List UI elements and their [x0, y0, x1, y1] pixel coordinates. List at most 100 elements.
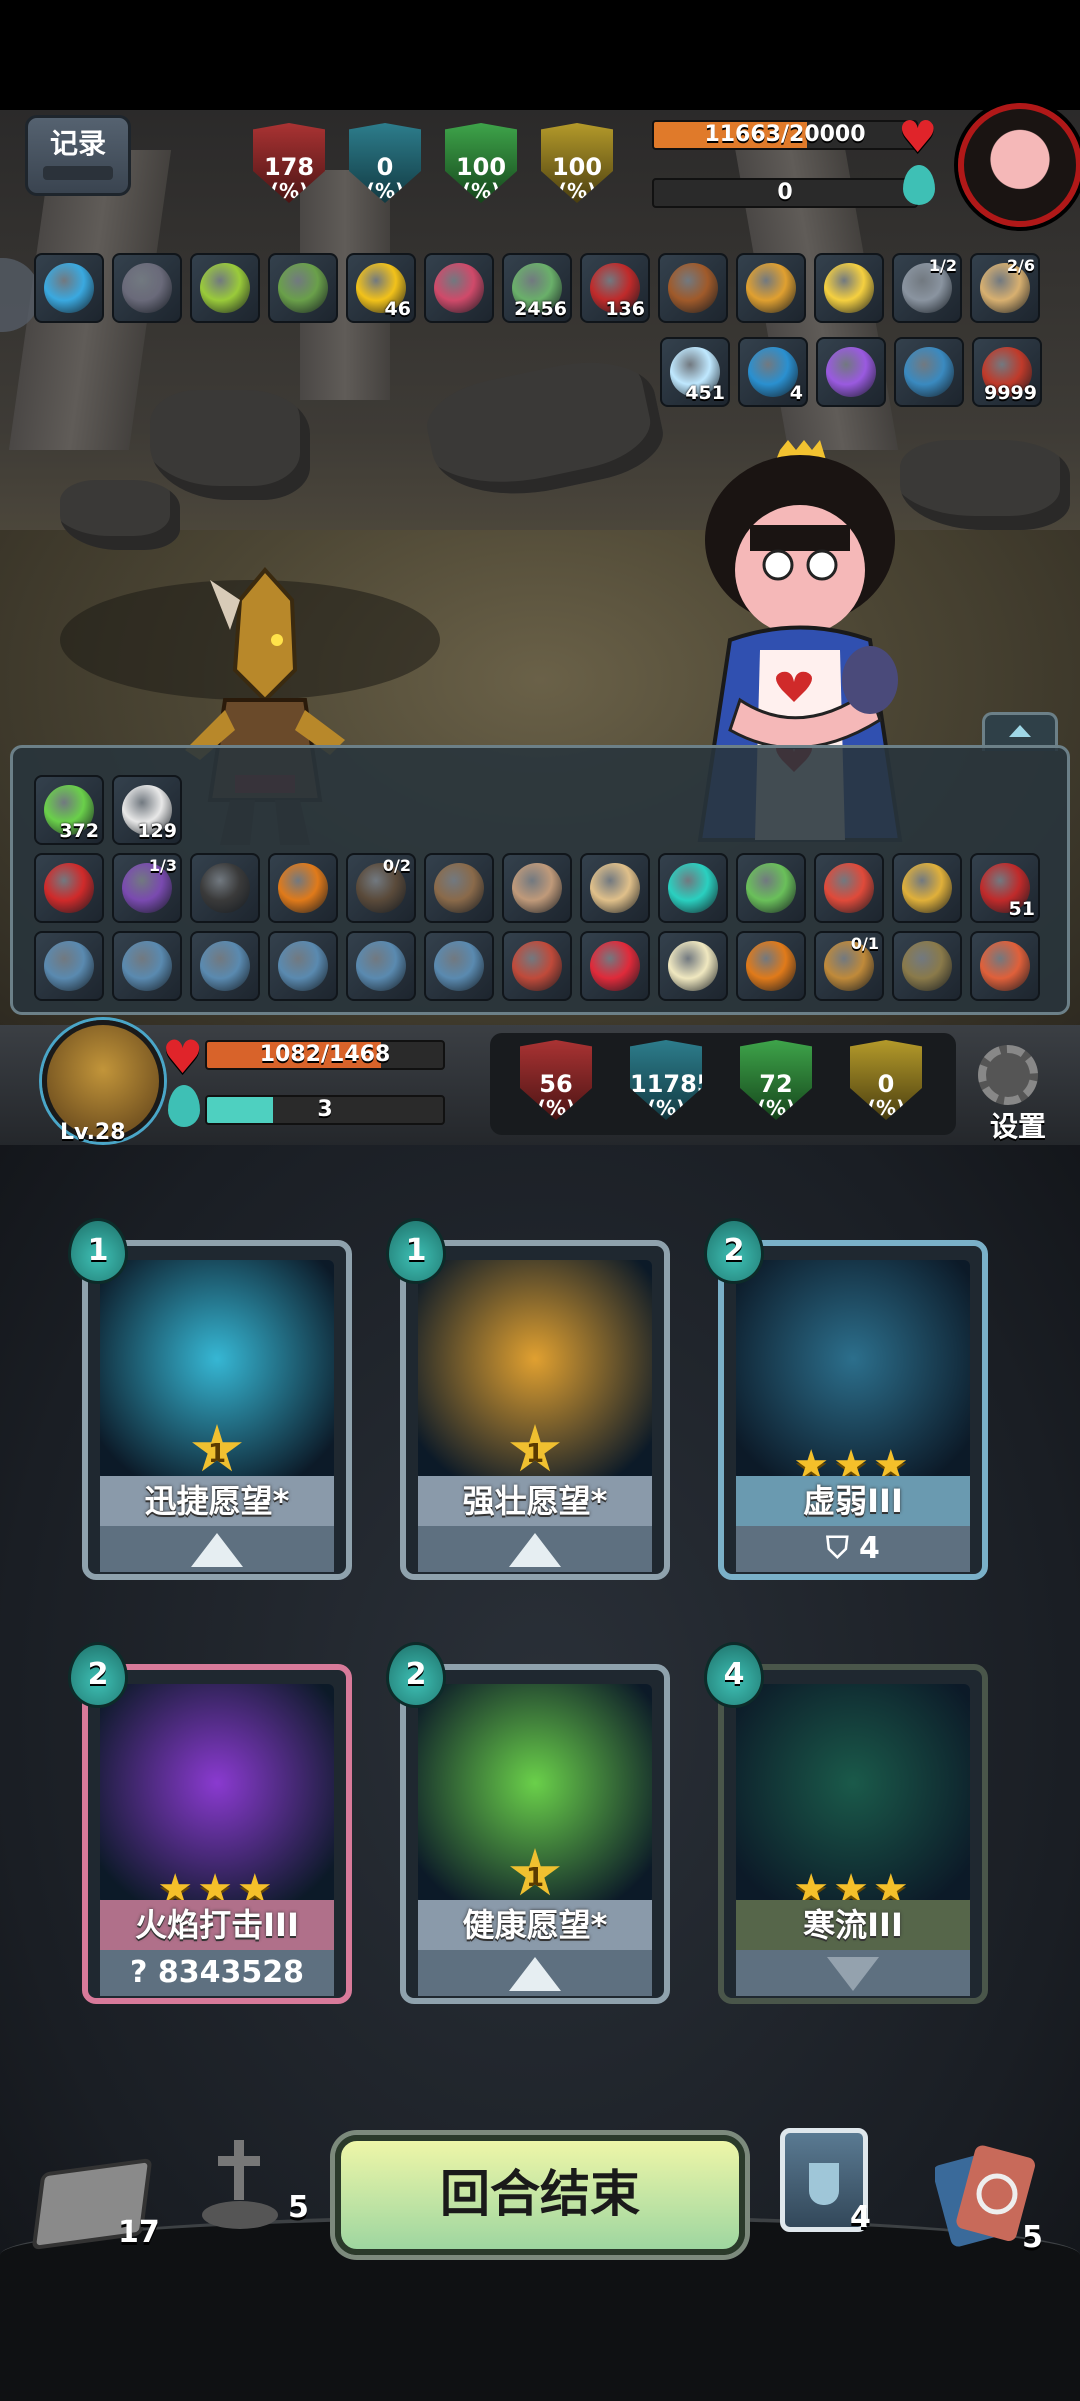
discard-pile-icon[interactable] [932, 2140, 1035, 2250]
upgrade-arrow-icon [509, 1532, 561, 1567]
card-footer: ? 8343528 [100, 1950, 334, 1996]
card-name: 迅捷愿望* [100, 1476, 334, 1526]
slot-fire-bomb-icon[interactable] [268, 853, 338, 923]
slot-hourglass-icon[interactable] [892, 853, 962, 923]
slot-knight-icon[interactable]: 1/2 [892, 253, 962, 323]
card-name: 虚弱III [736, 1476, 970, 1526]
record-label: 记录 [49, 127, 106, 160]
blue-orb-icon [44, 263, 94, 313]
slot-lightning-icon[interactable]: 46 [346, 253, 416, 323]
slot-red-claw-icon[interactable]: 51 [970, 853, 1040, 923]
card-cost-badge: 1 [386, 1218, 446, 1284]
card-cost-badge: 2 [386, 1642, 446, 1708]
heart-icon: ♥ [898, 112, 938, 163]
card[interactable]: ★★★ 火焰打击III? 8343528 [82, 1664, 352, 2004]
slot-skull-pig-icon[interactable]: 2456 [502, 253, 572, 323]
slot-pouch-icon[interactable] [892, 931, 962, 1001]
slot-skull-glyph-icon[interactable] [346, 931, 416, 1001]
buff-row: 451 4 9999 [660, 337, 1050, 407]
slot-potion-flask-icon[interactable] [580, 853, 650, 923]
card-footer-value: 8343528 [157, 1955, 304, 1990]
slot-charge: 0/2 [382, 856, 411, 875]
slot-green-gem-icon[interactable] [190, 253, 260, 323]
slot-count: 9999 [984, 382, 1037, 404]
slot-charge: 1/3 [148, 856, 177, 875]
card-footer [418, 1950, 652, 1996]
slot-shield-icon[interactable]: 4 [738, 337, 808, 407]
end-turn-button[interactable]: 回合结束 [335, 2135, 745, 2255]
slot-teacup-icon[interactable] [424, 853, 494, 923]
slot-sausage-icon[interactable] [814, 853, 884, 923]
slot-wand-star-icon[interactable] [814, 253, 884, 323]
gear-icon[interactable] [978, 1045, 1038, 1105]
slot-red-glove-icon[interactable] [34, 853, 104, 923]
stat-value: 0 [376, 153, 394, 181]
fallen-column [420, 347, 670, 513]
slot-snowflake-icon[interactable]: 451 [660, 337, 730, 407]
lightning-glyph-icon [122, 941, 172, 991]
bars-glyph-icon [200, 941, 250, 991]
enemy-portrait[interactable] [958, 103, 1080, 227]
card-name: 健康愿望* [418, 1900, 652, 1950]
slot-boots-icon[interactable]: 0/2 [346, 853, 416, 923]
card[interactable]: ★★★ 虚弱III ⛉ 4 [718, 1240, 988, 1580]
torch-icon [746, 941, 796, 991]
slot-hero-doll-icon[interactable] [502, 931, 572, 1001]
card[interactable]: ★★★ 寒流III [718, 1664, 988, 2004]
hourglass-icon [902, 863, 952, 913]
record-bar [43, 166, 113, 180]
slot-crystal-icon[interactable] [816, 337, 886, 407]
slot-horn-icon[interactable] [736, 253, 806, 323]
card[interactable]: 1 健康愿望* [400, 1664, 670, 2004]
relic-row: 372 129 [34, 775, 190, 845]
slot-scroll-icon[interactable]: 2/6 [970, 253, 1040, 323]
slot-flame-crown-icon[interactable]: 9999 [972, 337, 1042, 407]
slot-runner-glyph-icon[interactable] [268, 931, 338, 1001]
slot-strawberry-icon[interactable] [580, 931, 650, 1001]
slot-serpent-ring-icon[interactable] [268, 253, 338, 323]
slot-count: 372 [59, 820, 99, 842]
sausage-icon [824, 863, 874, 913]
status-bar [0, 0, 1080, 110]
slot-charge: 0/1 [850, 934, 879, 953]
slot-rune-icon[interactable] [894, 337, 964, 407]
mana-drop-icon [903, 165, 935, 205]
slot-fist-icon[interactable] [502, 853, 572, 923]
teal-orb-icon [668, 863, 718, 913]
card[interactable]: 1 迅捷愿望* [82, 1240, 352, 1580]
slot-bat-glyph-icon[interactable] [34, 931, 104, 1001]
settings-label[interactable]: 设置 [990, 1105, 1046, 1145]
record-button[interactable]: 记录 [25, 115, 131, 196]
slot-scythe-icon[interactable]: 0/1 [814, 931, 884, 1001]
card-name: 火焰打击III [100, 1900, 334, 1950]
relic-row: 1/3 0/2 51 [34, 853, 1048, 923]
rock [60, 480, 180, 550]
slot-green-slash-icon[interactable]: 372 [34, 775, 104, 845]
slot-peach-icon[interactable] [970, 931, 1040, 1001]
slot-ruby-icon[interactable] [424, 253, 494, 323]
slot-cross-glyph-icon[interactable] [424, 931, 494, 1001]
slot-horse-icon[interactable] [658, 253, 728, 323]
ice-cream-icon [668, 941, 718, 991]
slot-dark-gem-icon[interactable] [112, 253, 182, 323]
slot-torch-icon[interactable] [736, 931, 806, 1001]
mana-drop-icon [168, 1085, 200, 1127]
card[interactable]: 1 强壮愿望* [400, 1240, 670, 1580]
slot-charge: 2/6 [1006, 256, 1035, 275]
slot-blue-orb-icon[interactable] [34, 253, 104, 323]
slot-cards-icon[interactable]: 129 [112, 775, 182, 845]
slot-lightning-glyph-icon[interactable] [112, 931, 182, 1001]
stat-value: 100 [455, 153, 507, 181]
slot-spellbook-icon[interactable]: 1/3 [112, 853, 182, 923]
slot-ice-cream-icon[interactable] [658, 931, 728, 1001]
runner-glyph-icon [278, 941, 328, 991]
slot-claw-slash-icon[interactable]: 136 [580, 253, 650, 323]
grave-icon[interactable] [200, 2140, 280, 2230]
stat-value: 0 [877, 1070, 895, 1098]
slot-bars-glyph-icon[interactable] [190, 931, 260, 1001]
potion-count: 4 [850, 2200, 871, 2235]
slot-goggles-icon[interactable] [190, 853, 260, 923]
slot-teal-orb-icon[interactable] [658, 853, 728, 923]
slot-green-cup-icon[interactable] [736, 853, 806, 923]
rock [150, 390, 310, 500]
